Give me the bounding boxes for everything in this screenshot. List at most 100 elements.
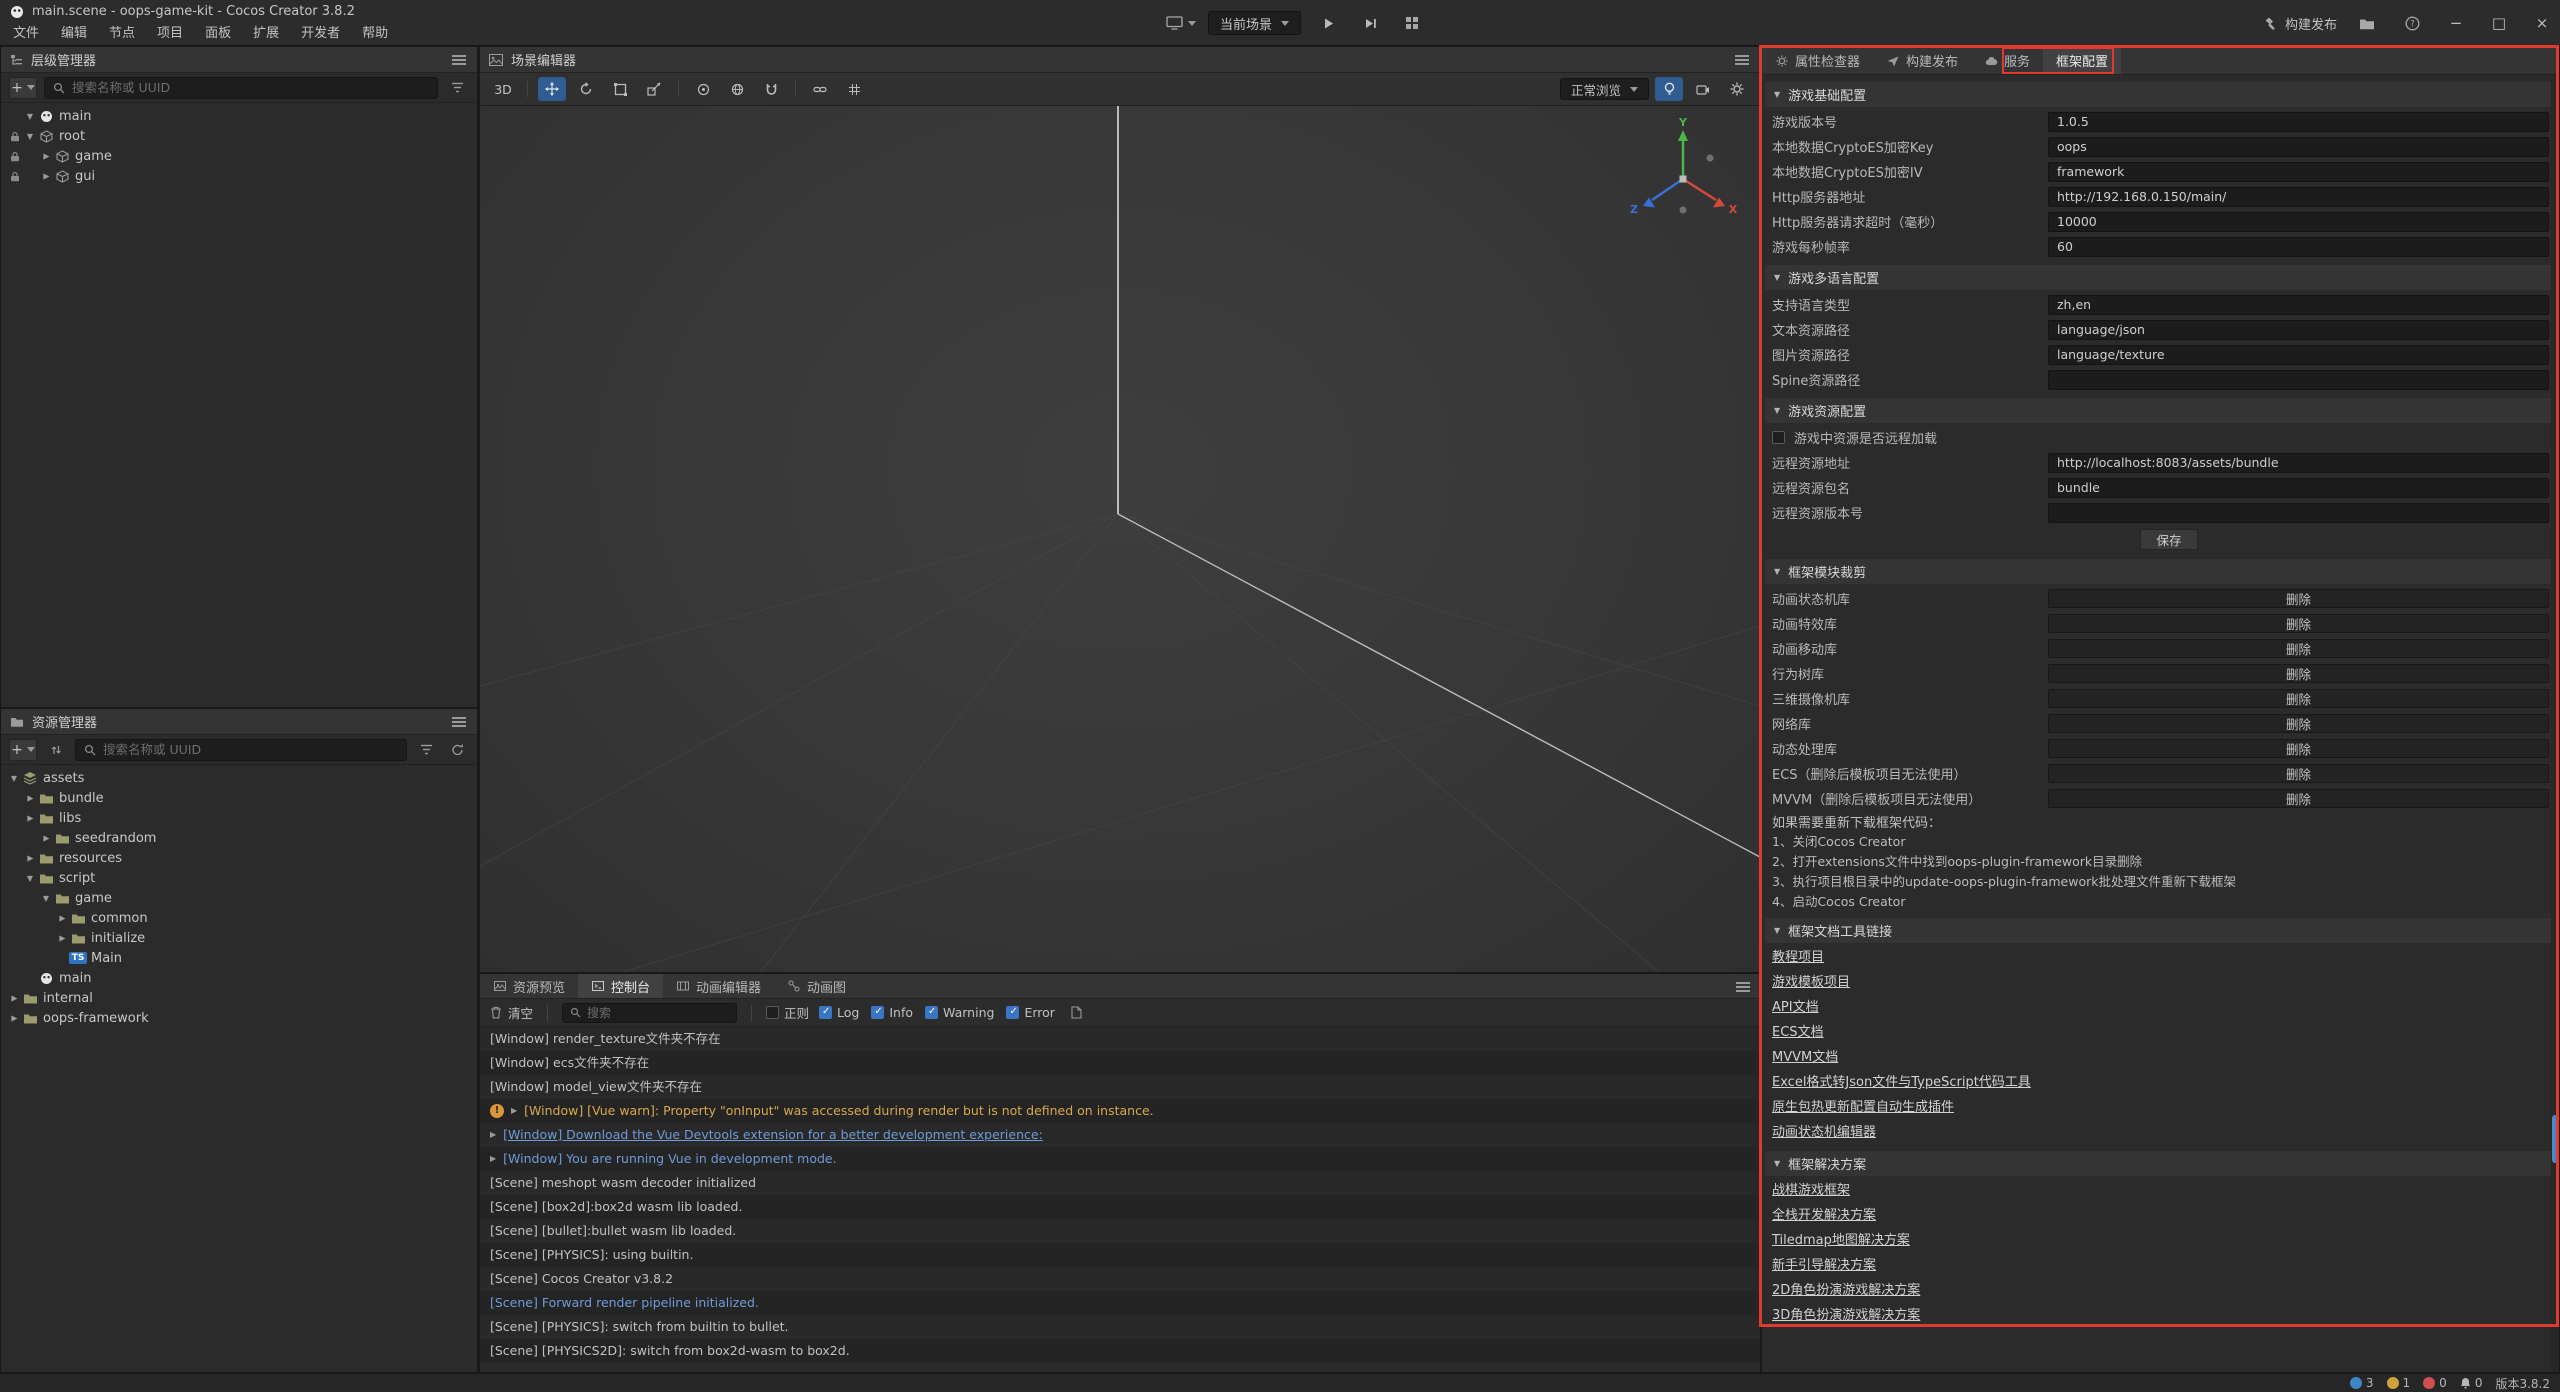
asset-node[interactable]: ▼ TS main: [1, 968, 477, 988]
asset-node[interactable]: ▼ TS Main: [1, 948, 477, 968]
menu-item[interactable]: 项目: [146, 23, 194, 44]
expand-arrow-icon[interactable]: ▼: [10, 991, 19, 1005]
device-select-button[interactable]: [1166, 10, 1196, 36]
clear-console-button[interactable]: 清空: [490, 1003, 533, 1022]
lighting-toggle-button[interactable]: [1655, 77, 1683, 101]
asset-node[interactable]: ▼ TS script: [1, 868, 477, 888]
hierarchy-node[interactable]: ▼ main: [1, 106, 477, 126]
asset-node[interactable]: ▼ TS initialize: [1, 928, 477, 948]
scrollbar-thumb[interactable]: [2552, 1115, 2558, 1163]
rotate-tool-button[interactable]: [572, 77, 600, 101]
asset-node[interactable]: ▼ TS seedrandom: [1, 828, 477, 848]
gizmo-settings-button[interactable]: [840, 77, 868, 101]
expand-arrow-icon[interactable]: ▼: [58, 931, 67, 945]
field-input[interactable]: [2048, 345, 2549, 365]
doc-link[interactable]: 游戏模板项目: [1762, 970, 2559, 995]
open-project-folder-button[interactable]: [2352, 10, 2382, 36]
log-row[interactable]: ! ▶ [Scene] [PHYSICS]: using builtin.: [480, 1243, 1760, 1267]
expand-arrow-icon[interactable]: ▼: [26, 791, 35, 805]
filter-button[interactable]: [414, 739, 438, 761]
inspector-tab[interactable]: 服务: [1971, 47, 2043, 74]
section-module-trim[interactable]: ▼框架模块裁剪: [1765, 559, 2556, 584]
hierarchy-search[interactable]: [44, 77, 438, 99]
asset-node[interactable]: ▼ TS internal: [1, 988, 477, 1008]
expand-arrow-icon[interactable]: ▶: [490, 1147, 496, 1171]
play-button[interactable]: [1313, 10, 1343, 36]
delete-module-button[interactable]: 删除: [2048, 714, 2549, 733]
expand-arrow-icon[interactable]: ▼: [42, 169, 51, 183]
log-row[interactable]: ! ▶ [Scene] Cocos Creator v3.8.2: [480, 1267, 1760, 1291]
inspector-scrollbar[interactable]: [2551, 75, 2559, 1372]
expand-arrow-icon[interactable]: ▼: [26, 811, 35, 825]
console-tab[interactable]: 动画图: [774, 974, 859, 998]
log-row[interactable]: ! ▶ [Scene] meshopt wasm decoder initial…: [480, 1171, 1760, 1195]
log-row[interactable]: ! ▶ [Window] [Vue warn]: Property "onInp…: [480, 1099, 1760, 1123]
field-input[interactable]: [2048, 237, 2549, 257]
asset-node[interactable]: ▼ TS game: [1, 888, 477, 908]
delete-module-button[interactable]: 删除: [2048, 789, 2549, 808]
field-input[interactable]: [2048, 503, 2549, 523]
solution-link[interactable]: 全栈开发解决方案: [1762, 1203, 2559, 1228]
expand-arrow-icon[interactable]: ▼: [23, 132, 37, 141]
hierarchy-search-input[interactable]: [72, 80, 429, 95]
field-input[interactable]: [2048, 370, 2549, 390]
help-button[interactable]: ?: [2397, 10, 2427, 36]
section-doc-links[interactable]: ▼框架文档工具链接: [1765, 918, 2556, 943]
log-row[interactable]: ! ▶ [Scene] [PHYSICS]: switch from built…: [480, 1315, 1760, 1339]
delete-module-button[interactable]: 删除: [2048, 689, 2549, 708]
menu-item[interactable]: 编辑: [50, 23, 98, 44]
doc-link[interactable]: API文档: [1762, 995, 2559, 1020]
log-filter-checkbox[interactable]: Error: [1006, 1005, 1054, 1020]
field-input[interactable]: [2048, 453, 2549, 473]
export-log-button[interactable]: [1065, 1002, 1089, 1024]
panel-menu-button[interactable]: [450, 52, 468, 68]
asset-node[interactable]: ▼ TS common: [1, 908, 477, 928]
close-button[interactable]: ×: [2528, 9, 2556, 37]
dimension-toggle-button[interactable]: 3D: [489, 77, 517, 101]
expand-arrow-icon[interactable]: ▼: [26, 851, 35, 865]
inspector-tab[interactable]: 构建发布: [1873, 47, 1971, 74]
doc-link[interactable]: Excel格式转Json文件与TypeScript代码工具: [1762, 1070, 2559, 1095]
rect-tool-button[interactable]: [606, 77, 634, 101]
delete-module-button[interactable]: 删除: [2048, 589, 2549, 608]
scene-settings-button[interactable]: [1723, 77, 1751, 101]
log-row[interactable]: ! ▶ [Window] render_texture文件夹不存在: [480, 1027, 1760, 1051]
asset-node[interactable]: ▼ TS oops-framework: [1, 1008, 477, 1028]
section-language-config[interactable]: ▼游戏多语言配置: [1765, 265, 2556, 290]
delete-module-button[interactable]: 删除: [2048, 639, 2549, 658]
solution-link[interactable]: 新手引导解决方案: [1762, 1253, 2559, 1278]
delete-module-button[interactable]: 删除: [2048, 764, 2549, 783]
error-count[interactable]: 0: [2423, 1376, 2447, 1390]
scene-select-dropdown[interactable]: 当前场景: [1208, 11, 1301, 35]
panel-menu-button[interactable]: [450, 714, 468, 730]
console-tab[interactable]: 控制台: [578, 974, 663, 998]
log-row[interactable]: ! ▶ [Scene] [bullet]:bullet wasm lib loa…: [480, 1219, 1760, 1243]
field-input[interactable]: [2048, 295, 2549, 315]
delete-module-button[interactable]: 删除: [2048, 614, 2549, 633]
solution-link[interactable]: Tiledmap地图解决方案: [1762, 1228, 2559, 1253]
console-menu-button[interactable]: [1734, 979, 1752, 995]
info-count[interactable]: 3: [2350, 1376, 2374, 1390]
build-button[interactable]: 构建发布: [2263, 14, 2337, 33]
menu-item[interactable]: 扩展: [242, 23, 290, 44]
inspector-tab[interactable]: 框架配置: [2043, 47, 2121, 74]
asset-node[interactable]: ▼ TS libs: [1, 808, 477, 828]
log-row[interactable]: ! ▶ [Window] ecs文件夹不存在: [480, 1051, 1760, 1075]
axis-gizmo[interactable]: Y X Z: [1618, 114, 1748, 244]
field-input[interactable]: [2048, 162, 2549, 182]
asset-node[interactable]: ▼ TS assets: [1, 768, 477, 788]
hierarchy-node[interactable]: ▼ gui: [1, 166, 477, 186]
console-tab[interactable]: 资源预览: [480, 974, 578, 998]
doc-link[interactable]: ECS文档: [1762, 1020, 2559, 1045]
console-tab[interactable]: 动画编辑器: [663, 974, 774, 998]
save-button[interactable]: 保存: [2140, 529, 2198, 550]
log-row[interactable]: ! ▶ [Scene] [box2d]:box2d wasm lib loade…: [480, 1195, 1760, 1219]
expand-arrow-icon[interactable]: ▼: [58, 911, 67, 925]
panel-menu-button[interactable]: [1733, 52, 1751, 68]
menu-item[interactable]: 文件: [2, 23, 50, 44]
assets-search[interactable]: [75, 739, 407, 761]
pivot-toggle-button[interactable]: [689, 77, 717, 101]
scene-viewport[interactable]: Y X Z: [480, 106, 1760, 972]
expand-arrow-icon[interactable]: ▼: [7, 774, 21, 783]
hierarchy-node[interactable]: ▼ game: [1, 146, 477, 166]
